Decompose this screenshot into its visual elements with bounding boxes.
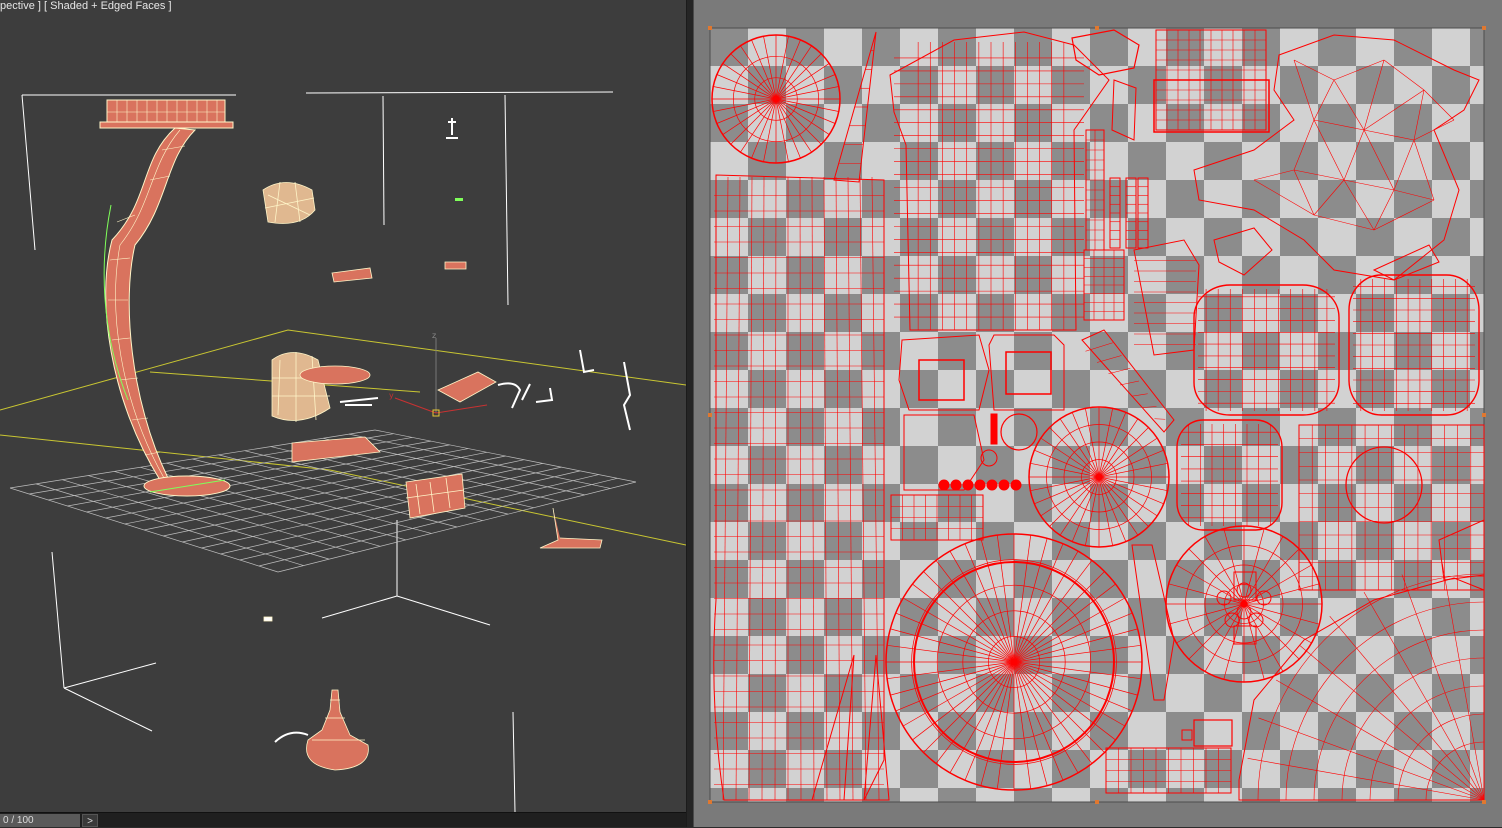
uv-editor-panel[interactable] (694, 0, 1502, 827)
pivot-gizmo-icon: z y (389, 331, 488, 417)
svg-text:y: y (389, 391, 394, 400)
svg-text:z: z (432, 331, 436, 340)
next-frame-arrow-icon[interactable]: > (82, 814, 98, 827)
perspective-viewport[interactable]: z y pective ] [ Shaded + Edged Faces ] (0, 0, 686, 812)
uv-canvas[interactable] (694, 0, 1502, 827)
timeline-bar[interactable]: 0 / 100 > (0, 812, 686, 827)
time-slider[interactable]: 0 / 100 (0, 814, 80, 827)
viewport-label[interactable]: pective ] [ Shaded + Edged Faces ] (0, 0, 172, 12)
viewport-divider[interactable] (686, 0, 694, 827)
checker-texture (710, 28, 1484, 802)
lamp-model[interactable] (99, 99, 234, 497)
viewport-scene[interactable]: z y (0, 0, 686, 812)
